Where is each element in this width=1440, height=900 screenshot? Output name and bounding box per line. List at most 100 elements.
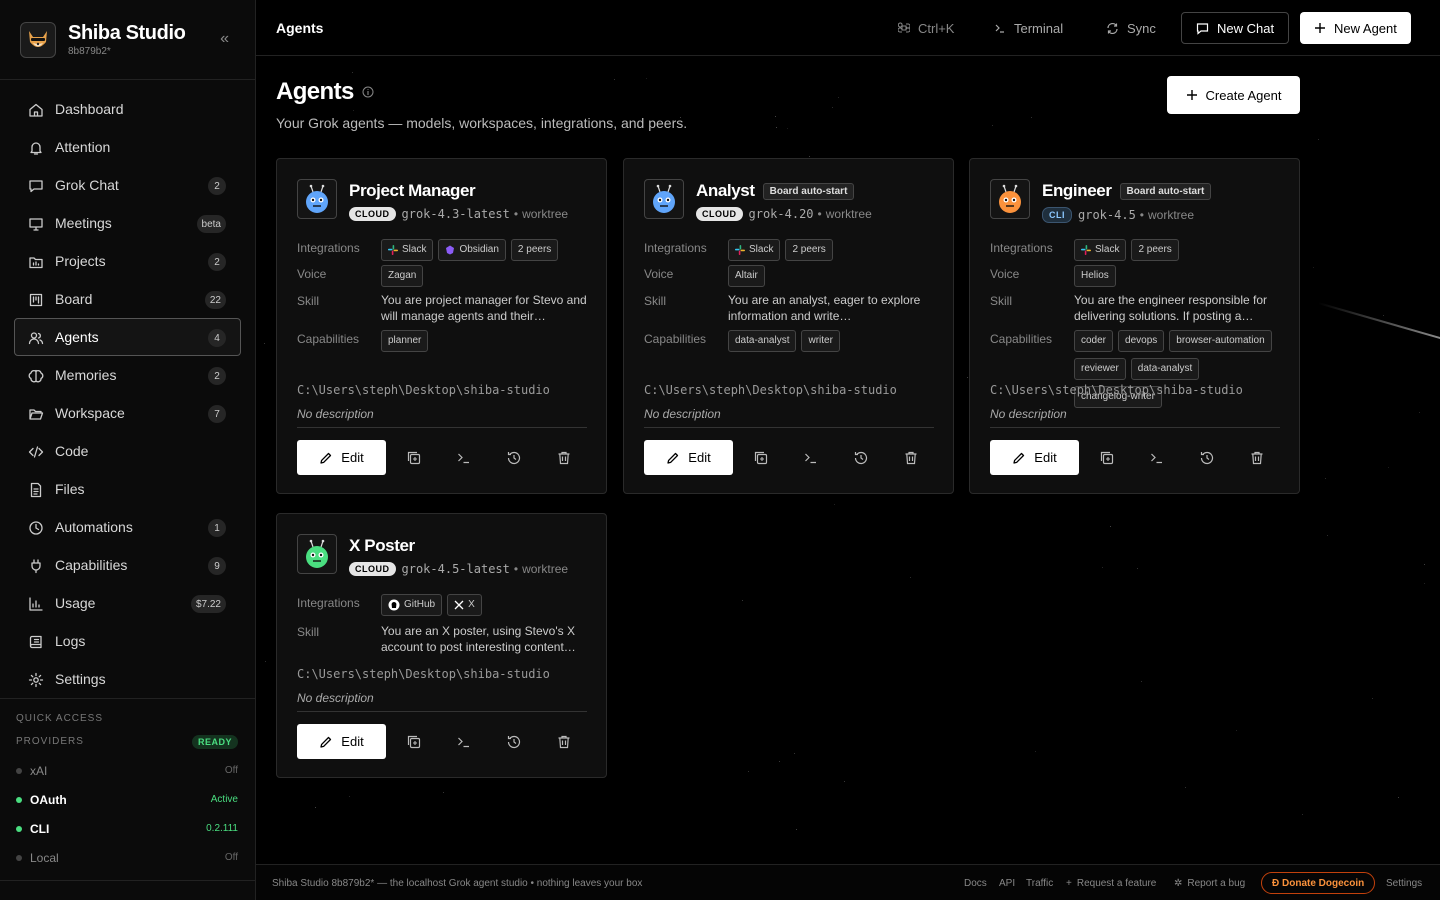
star-dot: [353, 110, 354, 111]
sidebar-item-dashboard[interactable]: Dashboard: [14, 90, 241, 128]
workspace-path: C:\Users\steph\Desktop\shiba-studio: [990, 383, 1243, 397]
quick-access-label: QUICK ACCESS: [16, 713, 104, 724]
agent-mode: worktree: [522, 207, 569, 221]
sidebar-item-projects[interactable]: Projects 2: [14, 242, 241, 280]
sidebar-item-files[interactable]: Files: [14, 470, 241, 508]
history-button[interactable]: [504, 732, 524, 752]
new-agent-button[interactable]: New Agent: [1300, 12, 1411, 44]
history-button[interactable]: [1197, 448, 1217, 468]
create-agent-button[interactable]: Create Agent: [1167, 76, 1300, 114]
provider-oauth[interactable]: OAuth Active: [0, 785, 256, 814]
voice-chip: Altair: [728, 265, 765, 287]
report-bug-link[interactable]: ✲ Report a bug: [1174, 878, 1245, 889]
slack-icon: [735, 245, 745, 255]
agent-mode: worktree: [522, 562, 569, 576]
sidebar-item-workspace[interactable]: Workspace 7: [14, 394, 241, 432]
sidebar-bottom: QUICK ACCESS PROVIDERS READY xAI Off OAu…: [0, 698, 256, 872]
sidebar-item-settings[interactable]: Settings: [14, 660, 241, 698]
edit-button[interactable]: Edit: [644, 440, 733, 475]
request-feature-link[interactable]: + Request a feature: [1066, 878, 1156, 889]
sidebar-item-memories[interactable]: Memories 2: [14, 356, 241, 394]
sidebar-item-agents[interactable]: Agents 4: [14, 318, 241, 356]
api-link[interactable]: API: [999, 878, 1015, 889]
integration-chip[interactable]: Obsidian: [438, 239, 506, 261]
duplicate-button[interactable]: [404, 732, 424, 752]
report-bug-label: Report a bug: [1187, 878, 1246, 889]
traffic-link[interactable]: Traffic: [1026, 878, 1053, 889]
page-title-wrap: Agents: [276, 78, 374, 106]
skill-text: You are the engineer responsible for del…: [1074, 293, 1268, 323]
integration-chip[interactable]: 2 peers: [1131, 239, 1179, 261]
provider-xai[interactable]: xAI Off: [0, 756, 256, 785]
duplicate-button[interactable]: [404, 448, 424, 468]
sidebar-item-meetings[interactable]: Meetings beta: [14, 204, 241, 242]
obsidian-icon: [446, 245, 455, 255]
agent-mode: worktree: [1148, 208, 1195, 222]
sidebar-item-board[interactable]: Board 22: [14, 280, 241, 318]
app-version: 8b879b2*: [68, 46, 111, 57]
history-button[interactable]: [504, 448, 524, 468]
history-icon: [507, 735, 521, 749]
terminal-icon: [458, 453, 469, 464]
star-dot: [1302, 814, 1303, 815]
donate-dogecoin-button[interactable]: Ð Donate Dogecoin: [1261, 872, 1376, 894]
delete-button[interactable]: [1247, 448, 1267, 468]
sidebar-item-grok-chat[interactable]: Grok Chat 2: [14, 166, 241, 204]
edit-button[interactable]: Edit: [297, 440, 386, 475]
env-badge: CLI: [1042, 207, 1072, 223]
delete-button[interactable]: [554, 448, 574, 468]
shortcut-label: Ctrl+K: [918, 20, 955, 36]
open-terminal-button[interactable]: [454, 448, 474, 468]
sidebar-item-badge: beta: [196, 215, 226, 233]
star-dot: [787, 128, 788, 129]
integration-chip[interactable]: Slack: [728, 239, 781, 261]
docs-link[interactable]: Docs: [964, 878, 987, 889]
integration-chip[interactable]: X: [447, 594, 482, 616]
duplicate-button[interactable]: [1097, 448, 1117, 468]
history-button[interactable]: [851, 448, 871, 468]
collapse-sidebar-icon[interactable]: «: [220, 30, 229, 48]
open-terminal-button[interactable]: [454, 732, 474, 752]
star-dot: [1424, 564, 1425, 565]
sidebar-item-capabilities[interactable]: Capabilities 9: [14, 546, 241, 584]
sidebar-item-badge: 7: [208, 405, 226, 423]
star-dot: [443, 792, 444, 793]
plug-icon: [31, 559, 41, 574]
duplicate-button[interactable]: [751, 448, 771, 468]
capability-chip: data-analyst: [728, 330, 797, 352]
sidebar-item-badge: 22: [204, 291, 226, 309]
integrations-label: Integrations: [990, 241, 1053, 255]
open-terminal-button[interactable]: [801, 448, 821, 468]
sync-icon: [1107, 22, 1118, 34]
edit-button[interactable]: Edit: [990, 440, 1079, 475]
integration-chip[interactable]: Slack: [381, 239, 434, 261]
footer-settings-link[interactable]: Settings: [1386, 878, 1422, 889]
integration-chip[interactable]: 2 peers: [510, 239, 559, 261]
command-palette-button[interactable]: Ctrl+K: [898, 12, 954, 44]
sidebar-item-automations[interactable]: Automations 1: [14, 508, 241, 546]
sidebar-item-code[interactable]: Code: [14, 432, 241, 470]
sidebar-item-usage[interactable]: Usage $7.22: [14, 584, 241, 622]
skill-label: Skill: [644, 294, 667, 308]
integration-chip[interactable]: GitHub: [381, 594, 443, 616]
sync-button[interactable]: Sync: [1106, 12, 1156, 44]
auto-start-badge: Board auto-start: [762, 182, 855, 200]
open-terminal-button[interactable]: [1147, 448, 1167, 468]
provider-cli[interactable]: CLI 0.2.111: [0, 814, 256, 843]
star-dot: [779, 761, 780, 762]
new-agent-label: New Agent: [1334, 20, 1397, 36]
integration-chip[interactable]: Slack: [1074, 239, 1127, 261]
meta-separator: •: [817, 207, 822, 221]
delete-button[interactable]: [901, 448, 921, 468]
file-icon: [30, 482, 42, 498]
new-chat-button[interactable]: New Chat: [1181, 12, 1290, 44]
chat-icon: [29, 180, 43, 193]
edit-button[interactable]: Edit: [297, 724, 386, 759]
sidebar-item-attention[interactable]: Attention: [14, 128, 241, 166]
star-dot: [1388, 467, 1389, 468]
delete-button[interactable]: [554, 732, 574, 752]
provider-local[interactable]: Local Off: [0, 843, 256, 872]
integration-chip[interactable]: 2 peers: [785, 239, 833, 261]
terminal-button[interactable]: Terminal: [994, 12, 1063, 44]
sidebar-item-logs[interactable]: Logs: [14, 622, 241, 660]
